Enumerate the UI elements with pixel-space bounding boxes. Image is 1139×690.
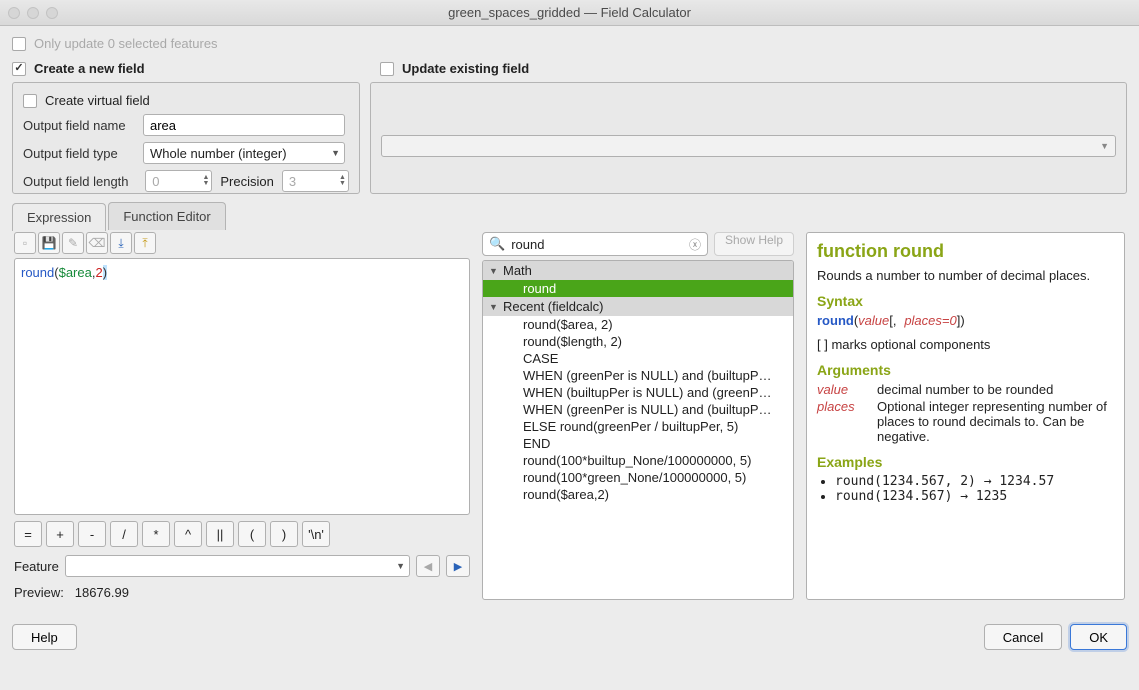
- expression-editor[interactable]: round($area,2): [14, 258, 470, 515]
- field-length-label: Output field length: [23, 174, 137, 189]
- only-update-checkbox: [12, 37, 26, 51]
- existing-field-select: ▼: [381, 135, 1116, 157]
- tree-item[interactable]: round(100*builtup_None/100000000, 5): [483, 452, 793, 469]
- create-virtual-label: Create virtual field: [45, 93, 150, 108]
- operator-button[interactable]: /: [110, 521, 138, 547]
- operator-button[interactable]: =: [14, 521, 42, 547]
- help-ex1: round(1234.567, 2) → 1234.57: [835, 474, 1114, 489]
- tab-expression[interactable]: Expression: [12, 203, 106, 231]
- titlebar: green_spaces_gridded — Field Calculator: [0, 0, 1139, 26]
- field-type-label: Output field type: [23, 146, 143, 161]
- triangle-down-icon: ▼: [489, 302, 499, 312]
- feature-select[interactable]: ▼: [65, 555, 410, 577]
- show-help-button: Show Help: [714, 232, 794, 256]
- tree-item[interactable]: WHEN (greenPer is NULL) and (builtupP…: [483, 401, 793, 418]
- spin-arrows-icon: ▲▼: [339, 175, 346, 187]
- help-button[interactable]: Help: [12, 624, 77, 650]
- operator-button[interactable]: '\n': [302, 521, 330, 547]
- help-desc: Rounds a number to number of decimal pla…: [817, 268, 1114, 283]
- create-new-label: Create a new field: [34, 61, 145, 76]
- import-icon[interactable]: ⤓: [110, 232, 132, 254]
- field-length-spin: 0 ▲▼: [145, 170, 212, 192]
- only-update-label: Only update 0 selected features: [34, 36, 218, 51]
- tree-item[interactable]: WHEN (greenPer is NULL) and (builtupP…: [483, 367, 793, 384]
- precision-label: Precision: [220, 174, 273, 189]
- operator-button[interactable]: *: [142, 521, 170, 547]
- operator-button[interactable]: ^: [174, 521, 202, 547]
- precision-value: 3: [289, 174, 296, 189]
- chevron-down-icon: ▼: [331, 148, 340, 158]
- function-search-input[interactable]: 🔍 round ⓧ: [482, 232, 708, 256]
- tree-item[interactable]: CASE: [483, 350, 793, 367]
- tree-item[interactable]: ELSE round(greenPer / builtupPer, 5): [483, 418, 793, 435]
- preview-value: 18676.99: [75, 585, 129, 600]
- next-feature-button[interactable]: ▶: [446, 555, 470, 577]
- function-tree[interactable]: ▼Math round ▼Recent (fieldcalc) round($a…: [482, 260, 794, 600]
- arg1-desc: decimal number to be rounded: [877, 382, 1114, 397]
- help-opt-note: [ ] marks optional components: [817, 337, 1114, 352]
- help-panel: function round Rounds a number to number…: [806, 232, 1125, 600]
- tree-item[interactable]: round(100*green_None/100000000, 5): [483, 469, 793, 486]
- operator-button[interactable]: +: [46, 521, 74, 547]
- tab-function-editor[interactable]: Function Editor: [108, 202, 225, 230]
- save-icon[interactable]: 💾: [38, 232, 60, 254]
- cancel-button[interactable]: Cancel: [984, 624, 1062, 650]
- operator-button[interactable]: (: [238, 521, 266, 547]
- triangle-down-icon: ▼: [489, 266, 499, 276]
- operator-button[interactable]: -: [78, 521, 106, 547]
- help-syntax: round(value[, places=0]): [817, 313, 1114, 329]
- clear-icon: ⌫: [86, 232, 108, 254]
- chevron-down-icon: ▼: [396, 561, 405, 571]
- field-type-value: Whole number (integer): [150, 146, 287, 161]
- preview-label: Preview:: [14, 585, 64, 600]
- help-syntax-h: Syntax: [817, 293, 1114, 309]
- search-icon: 🔍: [489, 236, 505, 252]
- arg1-name: value: [817, 382, 867, 397]
- arg2-desc: Optional integer representing number of …: [877, 399, 1114, 444]
- tree-item[interactable]: round($length, 2): [483, 333, 793, 350]
- help-args-h: Arguments: [817, 362, 1114, 378]
- new-field-panel: Create virtual field Output field name O…: [12, 82, 360, 194]
- help-title: function round: [817, 241, 1114, 262]
- tree-item[interactable]: WHEN (builtupPer is NULL) and (greenP…: [483, 384, 793, 401]
- update-existing-label: Update existing field: [402, 61, 529, 76]
- prev-feature-button: ◀: [416, 555, 440, 577]
- spin-arrows-icon: ▲▼: [202, 175, 209, 187]
- tree-item[interactable]: round($area,2): [483, 486, 793, 503]
- tree-group-math[interactable]: ▼Math: [483, 261, 793, 280]
- chevron-down-icon: ▼: [1100, 141, 1109, 151]
- clear-search-icon[interactable]: ⓧ: [689, 236, 701, 253]
- precision-spin: 3 ▲▼: [282, 170, 349, 192]
- ok-button[interactable]: OK: [1070, 624, 1127, 650]
- create-new-checkbox[interactable]: [12, 62, 26, 76]
- update-field-panel: ▼: [370, 82, 1127, 194]
- edit-icon: ✎: [62, 232, 84, 254]
- new-file-icon[interactable]: ▫: [14, 232, 36, 254]
- feature-label: Feature: [14, 559, 59, 574]
- field-length-value: 0: [152, 174, 159, 189]
- tree-item[interactable]: END: [483, 435, 793, 452]
- export-icon[interactable]: ⤒: [134, 232, 156, 254]
- arg2-name: places: [817, 399, 867, 444]
- update-existing-checkbox[interactable]: [380, 62, 394, 76]
- field-name-label: Output field name: [23, 118, 143, 133]
- field-name-input[interactable]: [143, 114, 345, 136]
- search-value: round: [511, 237, 683, 252]
- help-ex2: round(1234.567) → 1235: [835, 489, 1114, 504]
- tree-item-round[interactable]: round: [483, 280, 793, 297]
- operator-button[interactable]: ||: [206, 521, 234, 547]
- window-title: green_spaces_gridded — Field Calculator: [0, 5, 1139, 20]
- field-type-select[interactable]: Whole number (integer) ▼: [143, 142, 345, 164]
- tree-group-recent[interactable]: ▼Recent (fieldcalc): [483, 297, 793, 316]
- help-ex-h: Examples: [817, 454, 1114, 470]
- operator-button[interactable]: ): [270, 521, 298, 547]
- create-virtual-checkbox[interactable]: [23, 94, 37, 108]
- tree-item[interactable]: round($area, 2): [483, 316, 793, 333]
